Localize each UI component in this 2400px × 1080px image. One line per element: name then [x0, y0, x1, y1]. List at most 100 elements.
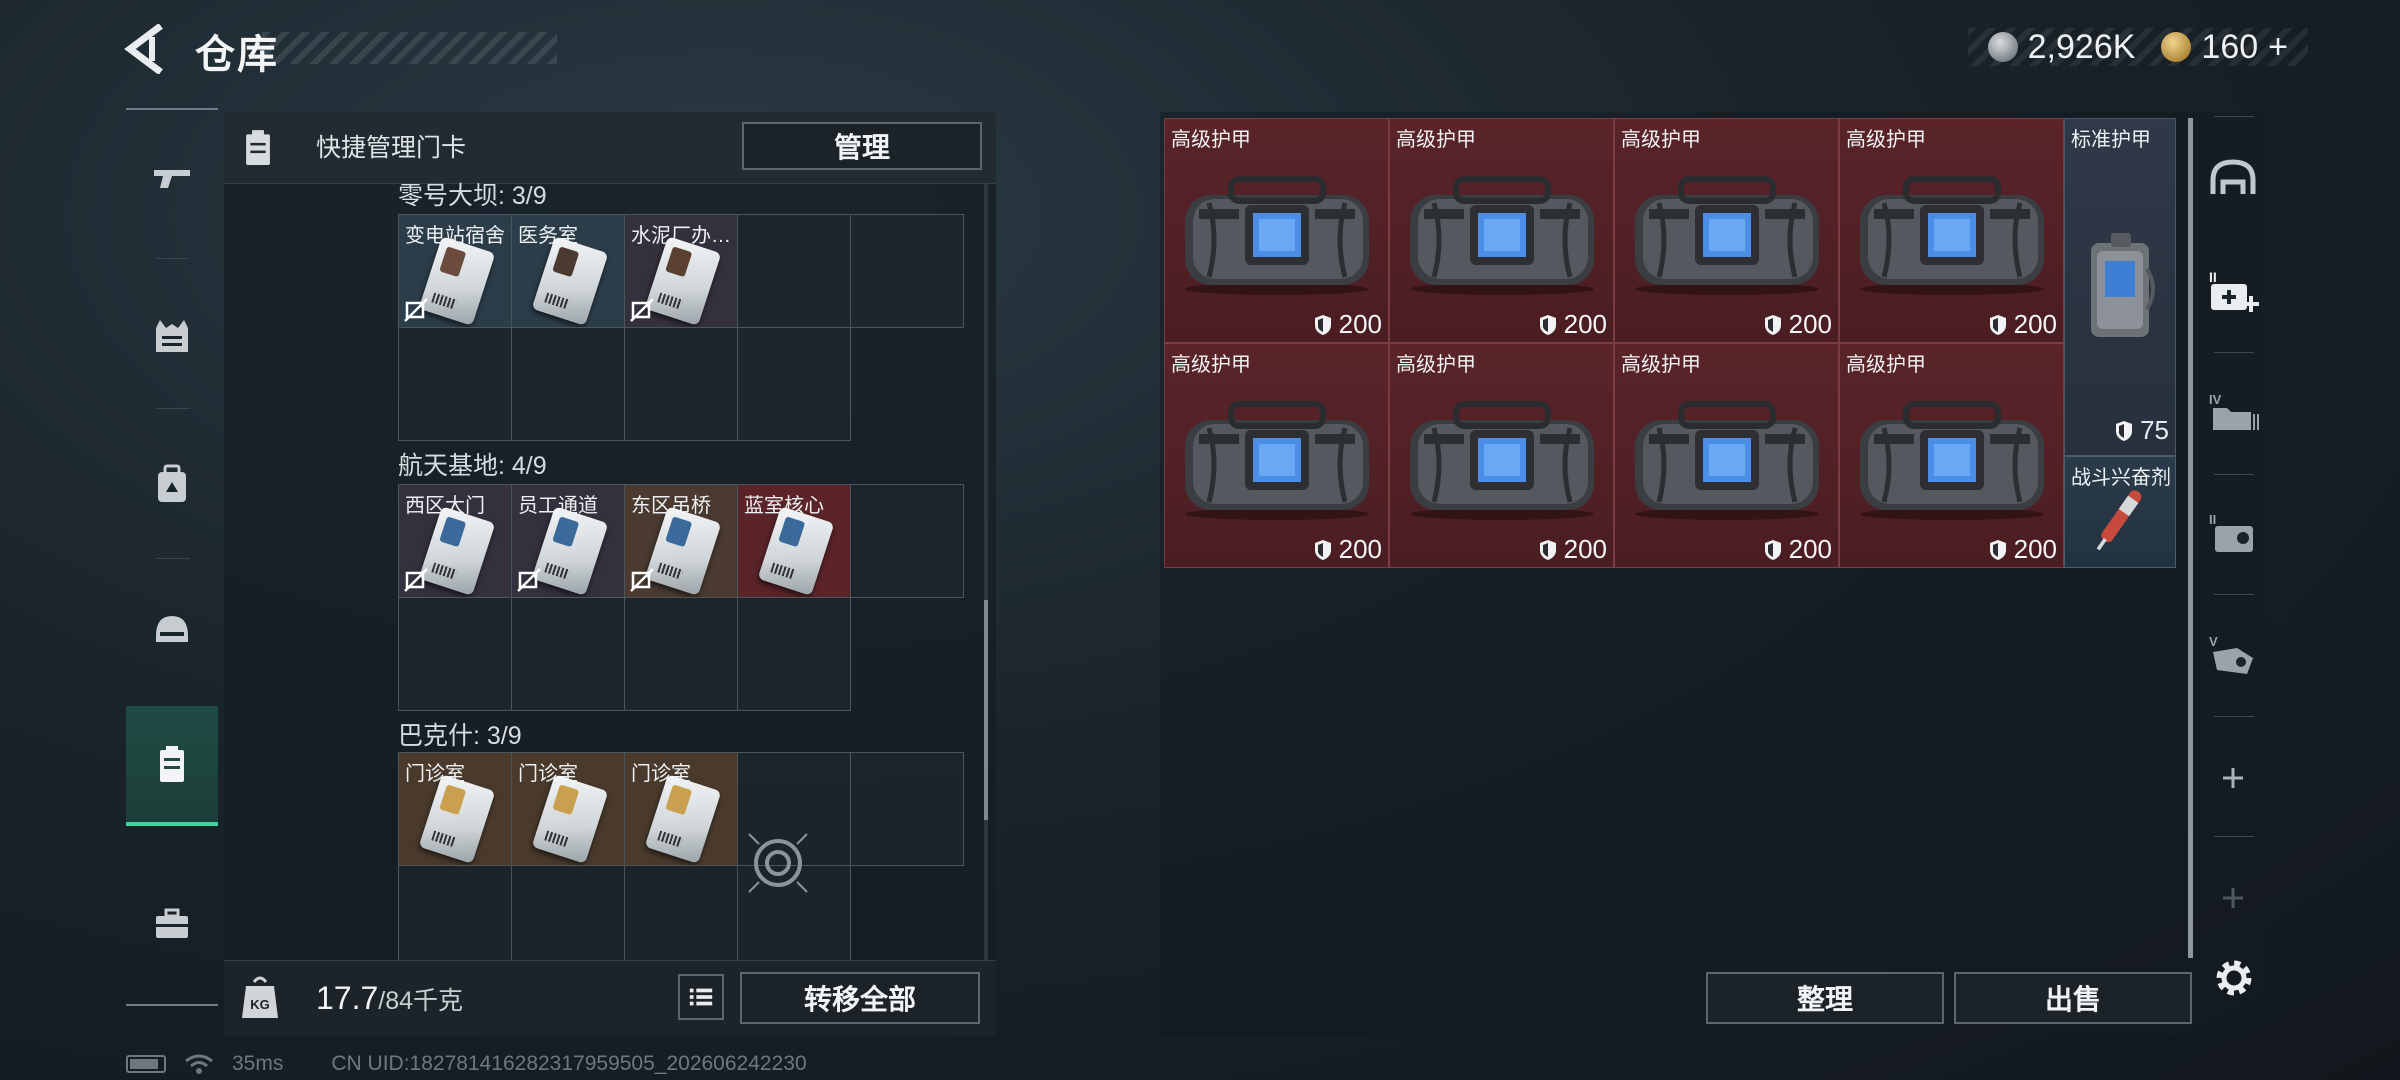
combat-stim-item[interactable]: 战斗兴奋剂: [2064, 456, 2176, 568]
plus-icon: [2223, 888, 2243, 908]
group-label-bakhsh: 巴克什: 3/9: [398, 722, 522, 750]
keycard-slot[interactable]: 蓝室核心: [738, 485, 851, 598]
armor-bag-image: [1179, 169, 1375, 297]
nav-medical-storage[interactable]: II: [2196, 242, 2270, 342]
sell-button[interactable]: 出售: [1954, 972, 2192, 1024]
durability-shield-icon: [1763, 539, 1783, 561]
keycard-slot[interactable]: 门诊室: [625, 753, 738, 866]
keycard-scrollbar-track[interactable]: [984, 184, 988, 964]
nav-weapons[interactable]: [126, 118, 218, 238]
back-button[interactable]: [122, 23, 172, 75]
unbound-icon: [630, 568, 654, 592]
advanced-armor-item[interactable]: 高级护甲 200: [1614, 343, 1839, 568]
status-bar: 35ms CN UID:18278141628231795​9505_20260…: [126, 1052, 807, 1076]
empty-slot[interactable]: [851, 215, 964, 328]
transfer-all-button[interactable]: 转移全部: [740, 972, 980, 1024]
keycard-slot[interactable]: 门诊室: [512, 753, 625, 866]
keycard-image: [757, 506, 835, 596]
empty-slot[interactable]: [625, 328, 738, 441]
standard-armor-image: [2091, 233, 2155, 337]
back-arrow-icon: [124, 23, 163, 75]
advanced-armor-item[interactable]: 高级护甲 200: [1389, 118, 1614, 343]
nav-helmet[interactable]: [126, 570, 218, 690]
sort-button[interactable]: 整理: [1706, 972, 1944, 1024]
currency-display: 2,926K 160 +: [1967, 27, 2308, 67]
durability-shield-icon: [2114, 420, 2134, 442]
empty-slot[interactable]: [738, 215, 851, 328]
unbound-icon: [517, 568, 541, 592]
keycard-slot[interactable]: 东区吊桥: [625, 485, 738, 598]
keycard-image: [644, 506, 722, 596]
keycard-slot[interactable]: 医务室: [512, 215, 625, 328]
list-view-button[interactable]: [678, 974, 724, 1020]
advanced-armor-item[interactable]: 高级护甲 200: [1389, 343, 1614, 568]
armor-bag-image: [1629, 169, 1825, 297]
unbound-icon: [630, 298, 654, 322]
list-icon: [689, 988, 713, 1006]
toolbox-icon: [156, 908, 188, 938]
wifi-icon: [185, 1054, 213, 1074]
keycard-scrollbar-thumb[interactable]: [984, 600, 988, 820]
keycard-slot[interactable]: 西区大门: [399, 485, 512, 598]
battery-icon: [126, 1055, 166, 1073]
keycard-slot[interactable]: 变电站宿舍: [399, 215, 512, 328]
advanced-armor-item[interactable]: 高级护甲 200: [1164, 118, 1389, 343]
nav-keycards[interactable]: [126, 706, 218, 826]
svg-text:IV: IV: [2209, 392, 2222, 407]
keycard-grid-dam: 变电站宿舍 医务室 水泥厂办…: [398, 214, 964, 441]
empty-slot[interactable]: [851, 485, 964, 598]
keycard-slot[interactable]: 员工通道: [512, 485, 625, 598]
nav-tools-storage[interactable]: II: [2196, 484, 2270, 584]
empty-slot[interactable]: [738, 598, 851, 711]
unavailable-slot: [851, 328, 964, 441]
empty-slot[interactable]: [625, 598, 738, 711]
gear-icon[interactable]: [2208, 952, 2260, 1004]
nav-armor[interactable]: [126, 276, 218, 396]
nav-folder-storage[interactable]: IV: [2196, 364, 2270, 464]
weight-icon: KG: [242, 976, 278, 1018]
advanced-armor-item[interactable]: 高级护甲 200: [1614, 118, 1839, 343]
ping-readout: 35ms: [232, 1052, 284, 1075]
keycard-image: [644, 774, 722, 864]
gold-add-button[interactable]: +: [2268, 28, 2288, 67]
empty-slot[interactable]: [399, 598, 512, 711]
unbound-icon: [404, 298, 428, 322]
durability-shield-icon: [1538, 314, 1558, 336]
nav-equipment-storage[interactable]: V: [2196, 606, 2270, 706]
advanced-armor-item[interactable]: 高级护甲 200: [1839, 343, 2064, 568]
empty-slot[interactable]: [399, 328, 512, 441]
keycard-slot[interactable]: 水泥厂办…: [625, 215, 738, 328]
keycard-holder-icon: [234, 120, 282, 176]
keycard-image: [644, 236, 722, 326]
armor-bag-image: [1404, 394, 1600, 522]
nav-case[interactable]: [126, 864, 218, 984]
user-uid: CN UID:18278141628231795​9505_2026062422…: [331, 1052, 807, 1075]
durability-shield-icon: [1763, 314, 1783, 336]
svg-text:II: II: [2209, 512, 2216, 527]
empty-slot[interactable]: [738, 328, 851, 441]
nav-helmet-storage[interactable]: [2196, 130, 2270, 230]
armor-bag-image: [1854, 169, 2050, 297]
keycard-image: [418, 774, 496, 864]
quick-manage-label: 快捷管理门卡: [316, 134, 467, 162]
durability-shield-icon: [1313, 539, 1333, 561]
group-label-dam: 零号大坝: 3/9: [398, 182, 547, 210]
empty-slot[interactable]: [512, 328, 625, 441]
advanced-armor-item[interactable]: 高级护甲 200: [1164, 343, 1389, 568]
advanced-armor-item[interactable]: 高级护甲 200: [1839, 118, 2064, 343]
page-title: 仓库: [195, 33, 279, 77]
add-storage-button-disabled: [2196, 848, 2270, 948]
manage-button[interactable]: 管理: [742, 122, 982, 170]
add-storage-button[interactable]: [2196, 728, 2270, 828]
silver-amount: 2,926K: [2027, 27, 2136, 66]
durability-shield-icon: [1313, 314, 1333, 336]
inventory-scrollbar[interactable]: [2188, 118, 2193, 958]
keycard-grid-bakhsh: 门诊室 门诊室 门诊室: [398, 752, 964, 979]
standard-armor-item[interactable]: 标准护甲 75: [2064, 118, 2176, 456]
nav-backpack[interactable]: [126, 424, 218, 544]
empty-slot[interactable]: [851, 753, 964, 866]
empty-slot[interactable]: [512, 598, 625, 711]
svg-text:II: II: [2209, 269, 2217, 285]
keycard-image: [418, 236, 496, 326]
keycard-slot[interactable]: 门诊室: [399, 753, 512, 866]
